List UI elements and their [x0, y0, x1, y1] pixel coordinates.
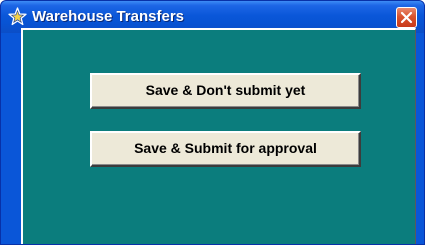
close-icon — [400, 11, 413, 24]
warehouse-transfers-window: Warehouse Transfers Save & Don't submit … — [0, 0, 425, 245]
save-dont-submit-button[interactable]: Save & Don't submit yet — [90, 73, 361, 109]
star-app-icon — [8, 7, 27, 26]
window-title: Warehouse Transfers — [32, 8, 184, 25]
save-submit-for-approval-button[interactable]: Save & Submit for approval — [90, 131, 361, 167]
close-button[interactable] — [396, 7, 417, 28]
